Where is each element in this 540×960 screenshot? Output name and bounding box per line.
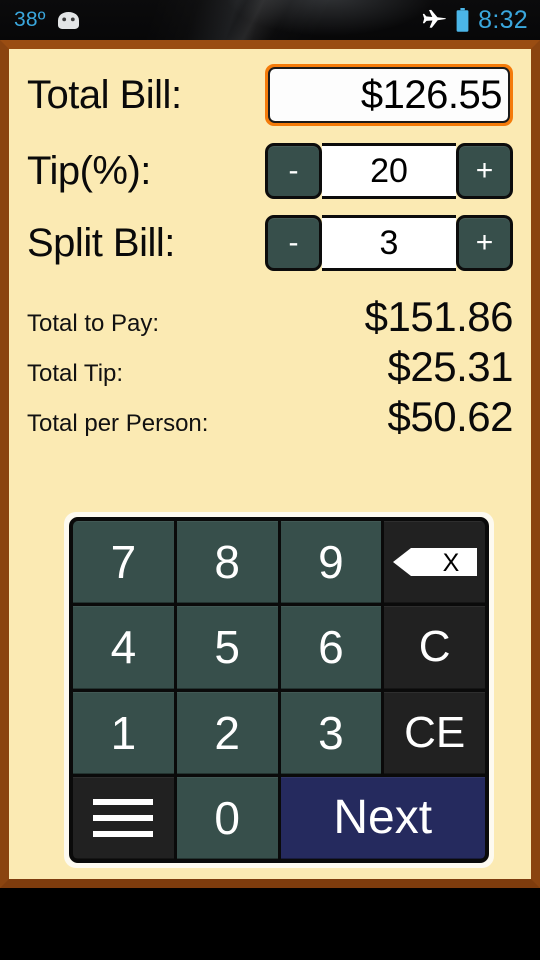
key-6[interactable]: 6: [280, 606, 382, 689]
total-to-pay-label: Total to Pay:: [27, 310, 160, 337]
android-droid-icon: [55, 11, 82, 30]
total-per-person-row: Total per Person: $50.62: [27, 393, 514, 443]
total-to-pay-value: $151.86: [364, 293, 514, 340]
key-1[interactable]: 1: [73, 691, 174, 774]
split-increment-button[interactable]: +: [456, 215, 513, 271]
split-decrement-button[interactable]: -: [265, 215, 322, 271]
total-tip-label: Total Tip:: [27, 360, 124, 387]
total-tip-value: $25.31: [387, 343, 514, 390]
status-bar-right: 8:32: [422, 0, 528, 40]
split-bill-stepper: - 3 +: [265, 215, 513, 271]
split-bill-value: 3: [379, 223, 399, 262]
key-8[interactable]: 8: [176, 521, 278, 604]
svg-text:X: X: [442, 549, 459, 577]
tip-percent-stepper: - 20 +: [265, 143, 513, 199]
total-per-person-value: $50.62: [387, 393, 514, 440]
key-9[interactable]: 9: [280, 521, 382, 604]
total-bill-input-inner[interactable]: $126.55: [268, 67, 510, 123]
backspace-icon: X: [392, 545, 477, 579]
total-bill-input[interactable]: $126.55: [265, 64, 513, 126]
status-bar-left: 38º: [14, 0, 82, 40]
tip-percent-row: Tip(%): - 20 +: [27, 135, 513, 207]
tip-decrement-button[interactable]: -: [265, 143, 322, 199]
total-bill-label: Total Bill:: [27, 72, 182, 117]
airplane-mode-icon: [422, 9, 447, 31]
split-bill-row: Split Bill: - 3 +: [27, 207, 513, 279]
key-clear[interactable]: C: [384, 606, 485, 689]
key-menu[interactable]: [73, 776, 174, 859]
tip-percent-input[interactable]: 20: [322, 143, 456, 199]
key-backspace[interactable]: X: [384, 521, 485, 604]
key-2[interactable]: 2: [176, 691, 278, 774]
numeric-keypad: 7 8 9 X 4 5 6 C 1 2 3 CE 0 Next: [69, 517, 489, 863]
battery-icon: [456, 8, 469, 32]
key-0[interactable]: 0: [176, 776, 278, 859]
split-bill-input[interactable]: 3: [322, 215, 456, 271]
results-panel: Total to Pay: $151.86 Total Tip: $25.31 …: [27, 293, 514, 443]
total-bill-value: $126.55: [360, 72, 503, 117]
clock: 8:32: [478, 5, 528, 34]
key-5[interactable]: 5: [176, 606, 278, 689]
app-window: Total Bill: $126.55 Tip(%): - 20 + Split…: [0, 40, 540, 888]
split-bill-label: Split Bill:: [27, 220, 175, 265]
key-3[interactable]: 3: [280, 691, 382, 774]
total-to-pay-row: Total to Pay: $151.86: [27, 293, 514, 343]
total-bill-row: Total Bill: $126.55: [27, 55, 513, 135]
key-7[interactable]: 7: [73, 521, 174, 604]
temperature-indicator: 38º: [14, 8, 46, 31]
key-clear-entry[interactable]: CE: [384, 691, 485, 774]
total-per-person-label: Total per Person:: [27, 410, 209, 437]
tip-percent-label: Tip(%):: [27, 148, 151, 193]
tip-increment-button[interactable]: +: [456, 143, 513, 199]
status-bar: 38º 8:32: [0, 0, 540, 40]
key-4[interactable]: 4: [73, 606, 174, 689]
key-next[interactable]: Next: [280, 776, 485, 859]
keypad-container: 7 8 9 X 4 5 6 C 1 2 3 CE 0 Next: [64, 512, 494, 868]
menu-icon: [90, 795, 156, 841]
total-tip-row: Total Tip: $25.31: [27, 343, 514, 393]
tip-percent-value: 20: [370, 151, 408, 190]
